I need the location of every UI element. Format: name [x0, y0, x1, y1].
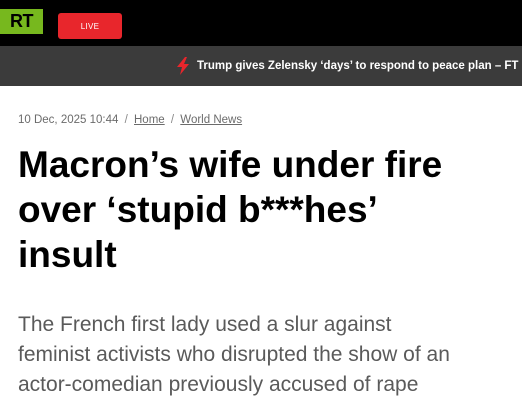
lightning-bolt-icon: [177, 57, 189, 75]
summary-line: The French first lady used a slur agains…: [18, 313, 392, 336]
breadcrumb-separator: /: [124, 114, 128, 126]
ticker-content[interactable]: Trump gives Zelensky ‘days’ to respond t…: [176, 46, 522, 86]
article-summary: The French first lady used a slur agains…: [18, 310, 522, 400]
headline-line: insult: [18, 234, 117, 275]
ticker-headline[interactable]: Trump gives Zelensky ‘days’ to respond t…: [197, 60, 522, 72]
summary-line: feminist activists who disrupted the sho…: [18, 343, 450, 366]
logo-text: RT: [10, 11, 34, 31]
summary-line: actor-comedian previously accused of rap…: [18, 373, 419, 396]
publish-date: 10 Dec, 2025 10:44: [18, 114, 119, 126]
news-ticker: Trump gives Zelensky ‘days’ to respond t…: [0, 46, 522, 86]
breadcrumb-world-news-link[interactable]: World News: [180, 114, 242, 126]
breadcrumb-separator: /: [170, 114, 175, 126]
article-headline: Macron’s wife under fire over ‘stupid b*…: [18, 142, 518, 277]
headline-line: Macron’s wife under fire: [18, 144, 443, 185]
rt-logo[interactable]: RT: [0, 9, 43, 34]
article-meta: 10 Dec, 2025 10:44 / Home / World News: [18, 114, 242, 126]
top-navigation-bar: RT LIVE: [0, 0, 522, 46]
breadcrumb-home-link[interactable]: Home: [134, 114, 165, 126]
live-button[interactable]: LIVE: [58, 13, 122, 39]
headline-line: over ‘stupid b***hes’: [18, 189, 378, 230]
